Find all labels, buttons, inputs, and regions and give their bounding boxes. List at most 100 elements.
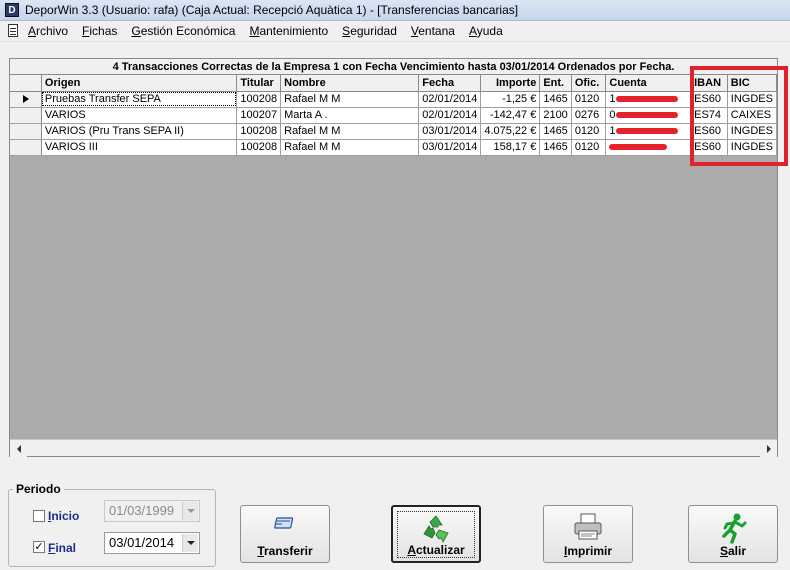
cell-fecha[interactable]: 02/01/2014 [418, 91, 482, 108]
col-header-nombre[interactable]: Nombre [280, 75, 420, 92]
cell-titular[interactable]: 100208 [236, 139, 282, 156]
cell-origen[interactable]: Pruebas Transfer SEPA [41, 91, 238, 108]
cell-ent[interactable]: 1465 [539, 91, 572, 108]
cell-nombre[interactable]: Rafael M M [280, 91, 420, 108]
col-header-titular[interactable]: Titular [236, 75, 282, 92]
salir-button[interactable]: Salir [688, 505, 778, 563]
final-date-value[interactable]: 03/01/2014 [109, 535, 174, 550]
inicio-date-picker: 01/03/1999 [104, 500, 200, 522]
menu-ayuda[interactable]: Ayuda [469, 24, 503, 38]
arrow-left-icon [16, 444, 21, 453]
redaction-mark [615, 96, 678, 103]
cell-origen[interactable]: VARIOS [41, 107, 238, 124]
scroll-left-button[interactable] [10, 440, 27, 457]
printer-icon [574, 513, 602, 540]
current-row-indicator [10, 91, 42, 108]
cell-titular[interactable]: 100207 [236, 107, 282, 124]
title-bar: D DeporWin 3.3 (Usuario: rafa) (Caja Act… [0, 0, 790, 21]
cell-ent[interactable]: 1465 [539, 123, 572, 140]
cell-fecha[interactable]: 03/01/2014 [418, 123, 482, 140]
col-header-origen[interactable]: Origen [41, 75, 238, 92]
row-pointer-icon [23, 95, 29, 103]
final-checkbox[interactable]: ✓ [33, 541, 45, 553]
cell-titular[interactable]: 100208 [236, 123, 282, 140]
menu-gestion-economica[interactable]: Gestión Económica [131, 24, 235, 38]
grid-caption: 4 Transacciones Correctas de la Empresa … [10, 59, 777, 75]
cell-ofic[interactable]: 0120 [571, 123, 607, 140]
row-indicator-header [10, 75, 42, 92]
cell-ofic[interactable]: 0276 [571, 107, 607, 124]
imprimir-button[interactable]: Imprimir [543, 505, 633, 563]
col-header-ofic[interactable]: Ofic. [571, 75, 607, 92]
iban-bic-highlight [690, 66, 788, 166]
deporwin-app-icon[interactable]: D [5, 3, 19, 17]
horizontal-scrollbar[interactable] [10, 439, 777, 457]
transactions-grid[interactable]: 4 Transacciones Correctas de la Empresa … [9, 58, 778, 457]
cell-ent[interactable]: 2100 [539, 107, 572, 124]
chevron-down-icon [186, 541, 195, 545]
running-man-icon [722, 513, 747, 544]
col-header-ent[interactable]: Ent. [539, 75, 572, 92]
cell-fecha[interactable]: 02/01/2014 [418, 107, 482, 124]
inicio-checkbox[interactable] [33, 510, 45, 522]
cell-nombre[interactable]: Rafael M M [280, 139, 420, 156]
table-row[interactable]: VARIOS III 100208 Rafael M M 03/01/2014 … [10, 139, 778, 156]
transfer-card-icon [274, 517, 294, 529]
cell-fecha[interactable]: 03/01/2014 [418, 139, 482, 156]
inicio-dropdown-button [182, 502, 198, 520]
inicio-label[interactable]: Inicio [48, 509, 79, 523]
cell-importe[interactable]: 4.075,22 € [480, 123, 541, 140]
cell-cuenta[interactable]: 0 [605, 107, 692, 124]
inicio-date-value: 01/03/1999 [109, 503, 175, 518]
row-indicator [10, 107, 42, 124]
table-row[interactable]: VARIOS (Pru Trans SEPA II) 100208 Rafael… [10, 123, 778, 140]
redaction-mark [615, 112, 678, 119]
final-dropdown-button[interactable] [182, 534, 198, 552]
document-icon[interactable] [6, 24, 20, 38]
row-indicator [10, 139, 42, 156]
menu-fichas[interactable]: Fichas [82, 24, 117, 38]
redaction-mark [615, 128, 678, 135]
actualizar-button[interactable]: Actualizar [391, 505, 481, 563]
chevron-down-icon [186, 509, 195, 513]
col-header-fecha[interactable]: Fecha [418, 75, 482, 92]
cell-cuenta[interactable]: 1 [605, 91, 692, 108]
cell-titular[interactable]: 100208 [236, 91, 282, 108]
cell-importe[interactable]: -142,47 € [480, 107, 541, 124]
grid-header-row: Origen Titular Nombre Fecha Importe Ent.… [10, 75, 778, 92]
scroll-right-button[interactable] [760, 440, 777, 457]
window-title: DeporWin 3.3 (Usuario: rafa) (Caja Actua… [25, 3, 519, 17]
redaction-mark [609, 144, 668, 151]
imprimir-label: Imprimir [563, 544, 613, 558]
final-label[interactable]: Final [48, 541, 76, 555]
cell-origen[interactable]: VARIOS (Pru Trans SEPA II) [41, 123, 238, 140]
cell-ent[interactable]: 1465 [539, 139, 572, 156]
actualizar-label: Actualizar [407, 543, 465, 557]
cell-importe[interactable]: 158,17 € [480, 139, 541, 156]
cell-cuenta[interactable]: 1 [605, 123, 692, 140]
transactions-table: Origen Titular Nombre Fecha Importe Ent.… [10, 75, 778, 156]
cell-nombre[interactable]: Rafael M M [280, 123, 420, 140]
cell-cuenta[interactable] [605, 139, 692, 156]
col-header-importe[interactable]: Importe [480, 75, 541, 92]
final-date-picker[interactable]: 03/01/2014 [104, 532, 200, 554]
menu-archivo[interactable]: Archivo [28, 24, 68, 38]
cell-origen[interactable]: VARIOS III [41, 139, 238, 156]
cell-nombre[interactable]: Marta A . [280, 107, 420, 124]
col-header-cuenta[interactable]: Cuenta [605, 75, 692, 92]
cell-importe[interactable]: -1,25 € [480, 91, 541, 108]
table-row[interactable]: VARIOS 100207 Marta A . 02/01/2014 -142,… [10, 107, 778, 124]
menu-mantenimiento[interactable]: Mantenimiento [249, 24, 328, 38]
transferir-label: Transferir [257, 544, 313, 558]
arrow-right-icon [766, 444, 771, 453]
transferir-button[interactable]: Transferir [240, 505, 330, 563]
periodo-legend: Periodo [13, 482, 64, 496]
cell-ofic[interactable]: 0120 [571, 139, 607, 156]
menu-bar: Archivo Fichas Gestión Económica Manteni… [0, 21, 790, 42]
salir-label: Salir [719, 544, 747, 558]
cell-ofic[interactable]: 0120 [571, 91, 607, 108]
menu-seguridad[interactable]: Seguridad [342, 24, 397, 38]
menu-ventana[interactable]: Ventana [411, 24, 455, 38]
row-indicator [10, 123, 42, 140]
table-row[interactable]: Pruebas Transfer SEPA 100208 Rafael M M … [10, 91, 778, 108]
